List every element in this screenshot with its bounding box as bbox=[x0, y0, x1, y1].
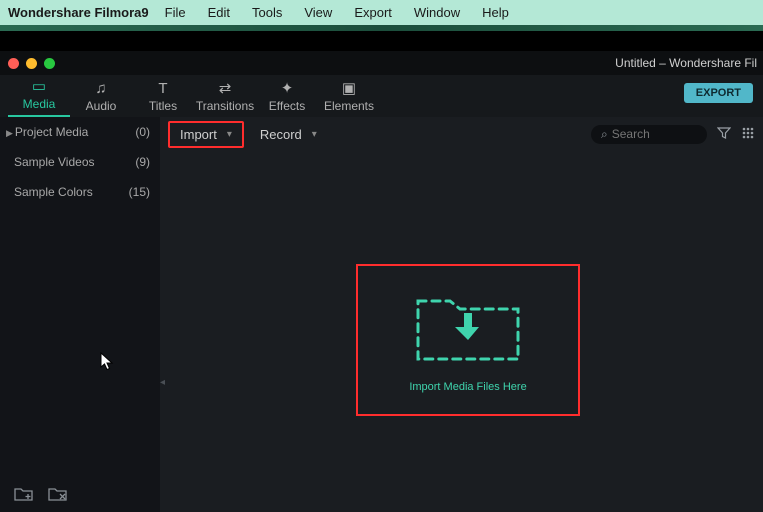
traffic-lights bbox=[8, 58, 55, 69]
record-dropdown[interactable]: Record ▾ bbox=[250, 123, 327, 146]
import-dropdown[interactable]: Import ▾ bbox=[168, 121, 244, 148]
tab-label: Transitions bbox=[196, 99, 254, 113]
sidebar-item-project-media[interactable]: ▶Project Media (0) bbox=[0, 117, 160, 147]
tab-label: Effects bbox=[269, 99, 305, 113]
sidebar-item-label: Project Media bbox=[15, 125, 88, 139]
window-titlebar: Untitled – Wondershare Fil bbox=[0, 51, 763, 75]
sidebar-item-sample-videos[interactable]: Sample Videos (9) bbox=[0, 147, 160, 177]
os-menubar: Wondershare Filmora9 File Edit Tools Vie… bbox=[0, 0, 763, 25]
tab-audio[interactable]: ♫ Audio bbox=[70, 81, 132, 117]
sidebar-item-label: Sample Colors bbox=[14, 185, 93, 199]
import-dropzone[interactable]: Import Media Files Here bbox=[356, 264, 580, 416]
zoom-window-button[interactable] bbox=[44, 58, 55, 69]
filter-button[interactable] bbox=[717, 126, 731, 143]
delete-folder-button[interactable] bbox=[48, 486, 68, 502]
record-label: Record bbox=[260, 127, 302, 142]
grid-view-button[interactable] bbox=[741, 126, 755, 143]
tab-media[interactable]: ▭ Media bbox=[8, 79, 70, 117]
sidebar-item-count: (9) bbox=[135, 155, 150, 169]
chevron-right-icon: ▶ bbox=[6, 128, 13, 138]
elements-icon: ▣ bbox=[318, 81, 380, 97]
minimize-window-button[interactable] bbox=[26, 58, 37, 69]
chevron-down-icon: ▾ bbox=[227, 129, 232, 140]
close-window-button[interactable] bbox=[8, 58, 19, 69]
menu-help[interactable]: Help bbox=[482, 5, 509, 20]
sidebar-footer bbox=[0, 476, 160, 512]
text-icon: T bbox=[132, 81, 194, 97]
tab-label: Media bbox=[23, 97, 56, 111]
tab-effects[interactable]: ✦ Effects bbox=[256, 81, 318, 117]
sidebar-item-count: (0) bbox=[135, 125, 150, 139]
media-content: Import ▾ Record ▾ ⌕ bbox=[160, 117, 763, 512]
panel-tabs: ▭ Media ♫ Audio T Titles ⇄ Transitions ✦… bbox=[0, 75, 763, 117]
content-toolbar: Import ▾ Record ▾ ⌕ bbox=[160, 117, 763, 151]
export-button[interactable]: EXPORT bbox=[684, 83, 753, 103]
tab-label: Elements bbox=[324, 99, 374, 113]
tab-label: Audio bbox=[86, 99, 117, 113]
menu-view[interactable]: View bbox=[304, 5, 332, 20]
menu-export[interactable]: Export bbox=[354, 5, 392, 20]
collapse-sidebar-handle[interactable]: ◂ bbox=[160, 377, 165, 388]
transition-icon: ⇄ bbox=[194, 81, 256, 97]
folder-download-icon bbox=[412, 287, 524, 365]
media-sidebar: ▶Project Media (0) Sample Videos (9) Sam… bbox=[0, 117, 160, 512]
sidebar-item-count: (15) bbox=[129, 185, 150, 199]
dropzone-label: Import Media Files Here bbox=[409, 381, 526, 393]
sidebar-item-label: Sample Videos bbox=[14, 155, 95, 169]
tab-label: Titles bbox=[149, 99, 177, 113]
menu-file[interactable]: File bbox=[165, 5, 186, 20]
folder-icon: ▭ bbox=[8, 79, 70, 95]
search-input[interactable] bbox=[612, 127, 697, 141]
menu-tools[interactable]: Tools bbox=[252, 5, 282, 20]
tab-titles[interactable]: T Titles bbox=[132, 81, 194, 117]
app-name: Wondershare Filmora9 bbox=[8, 5, 149, 20]
window-title: Untitled – Wondershare Fil bbox=[615, 56, 757, 70]
search-icon: ⌕ bbox=[601, 127, 608, 142]
tab-transitions[interactable]: ⇄ Transitions bbox=[194, 81, 256, 117]
effects-icon: ✦ bbox=[256, 81, 318, 97]
search-box[interactable]: ⌕ bbox=[591, 125, 707, 144]
window-gap bbox=[0, 31, 763, 51]
tab-elements[interactable]: ▣ Elements bbox=[318, 81, 380, 117]
sidebar-item-sample-colors[interactable]: Sample Colors (15) bbox=[0, 177, 160, 207]
menu-window[interactable]: Window bbox=[414, 5, 460, 20]
menu-edit[interactable]: Edit bbox=[208, 5, 230, 20]
music-icon: ♫ bbox=[70, 81, 132, 97]
new-folder-button[interactable] bbox=[14, 486, 34, 502]
chevron-down-icon: ▾ bbox=[312, 129, 317, 140]
import-label: Import bbox=[180, 127, 217, 142]
